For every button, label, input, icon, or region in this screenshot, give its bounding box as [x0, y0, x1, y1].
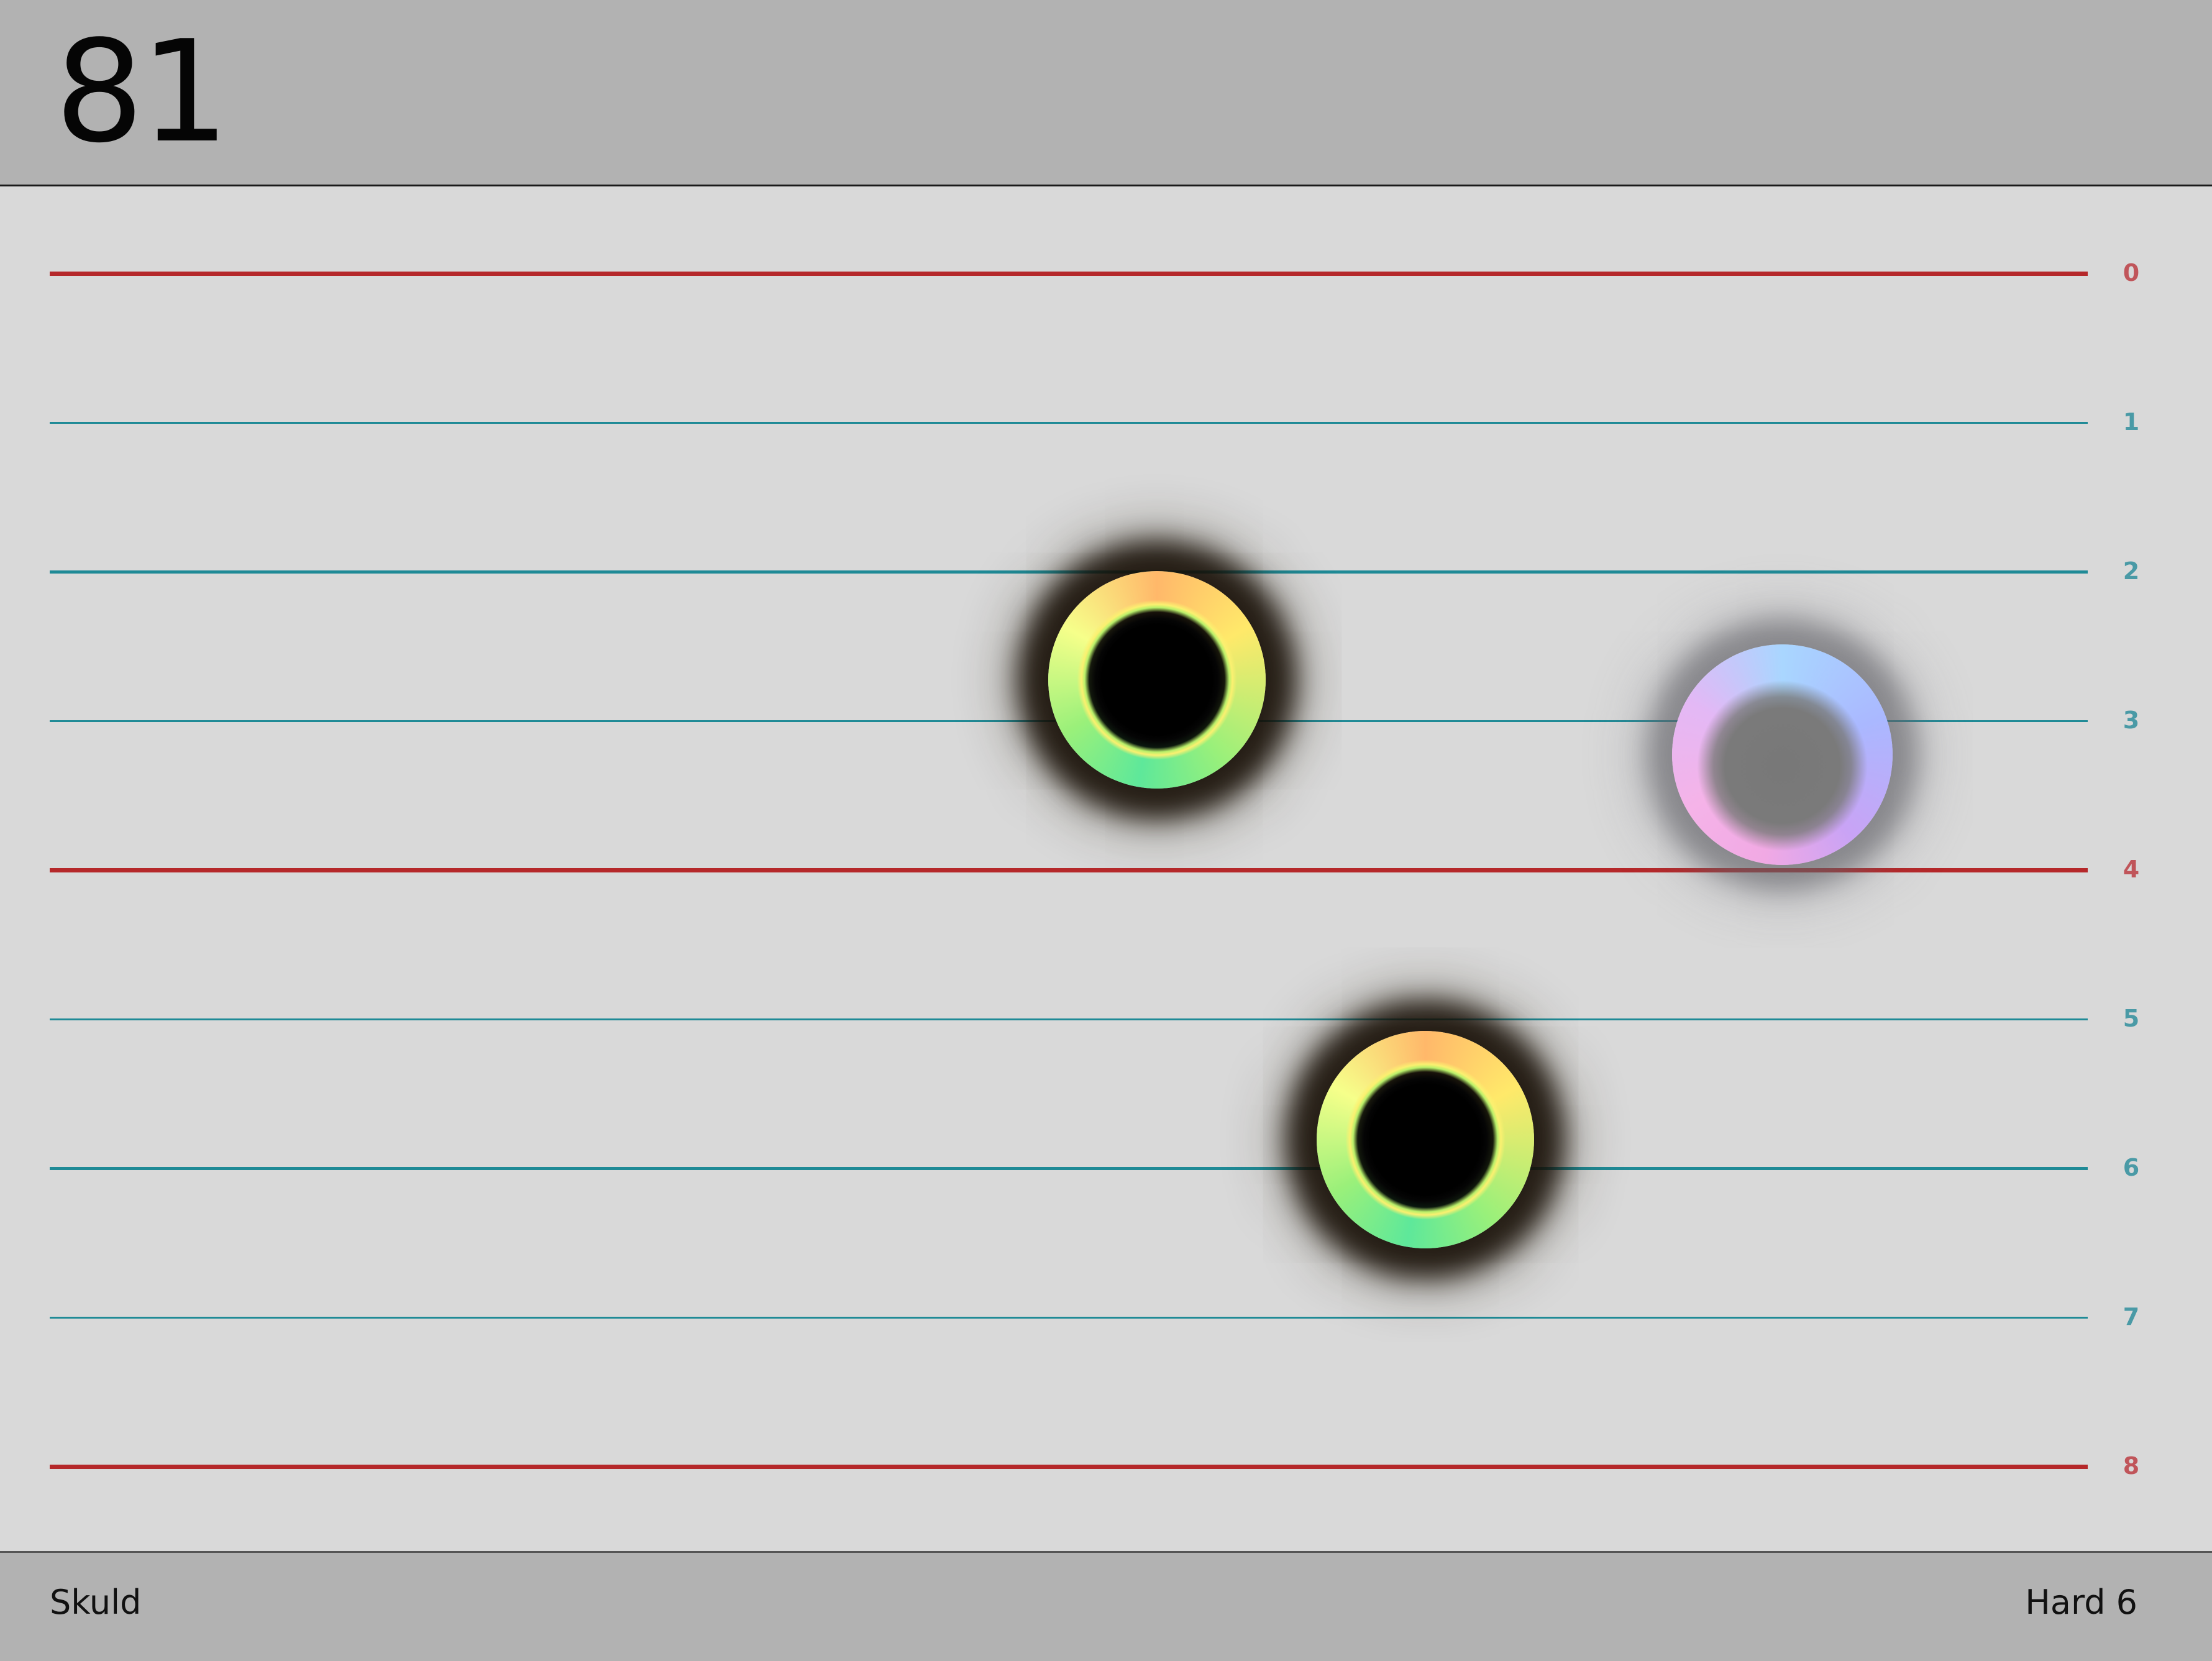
score-header: 81: [0, 0, 2212, 186]
lane-label-5: 5: [2123, 1005, 2140, 1032]
lane-label-6: 6: [2123, 1154, 2140, 1181]
lane-label-3: 3: [2123, 707, 2140, 734]
lane-line-1: [50, 421, 2088, 424]
note-orb-2[interactable]: [1671, 644, 1893, 865]
difficulty-label: Hard 6: [2025, 1583, 2137, 1622]
lane-label-7: 7: [2123, 1303, 2140, 1330]
lane-line-8: [50, 1464, 2088, 1469]
lane-line-5: [50, 1018, 2088, 1020]
lane-label-4: 4: [2123, 856, 2140, 883]
lane-label-2: 2: [2123, 557, 2140, 585]
note-orb-3[interactable]: [1317, 1031, 1534, 1248]
playfield[interactable]: 0 1 2 3 4 5 6 7 8: [0, 186, 2212, 1551]
lane-line-0: [50, 271, 2088, 276]
note-orb-1[interactable]: [1048, 571, 1266, 789]
lane-label-1: 1: [2123, 408, 2140, 436]
lane-line-7: [50, 1316, 2088, 1319]
lane-line-6: [50, 1166, 2088, 1170]
song-title: Skuld: [50, 1583, 142, 1622]
song-footer: Skuld Hard 6: [0, 1551, 2212, 1661]
score-counter: 81: [55, 11, 230, 174]
lane-line-2: [50, 570, 2088, 574]
lane-line-4: [50, 867, 2088, 872]
lane-label-8: 8: [2123, 1452, 2140, 1480]
lane-label-0: 0: [2123, 259, 2140, 286]
